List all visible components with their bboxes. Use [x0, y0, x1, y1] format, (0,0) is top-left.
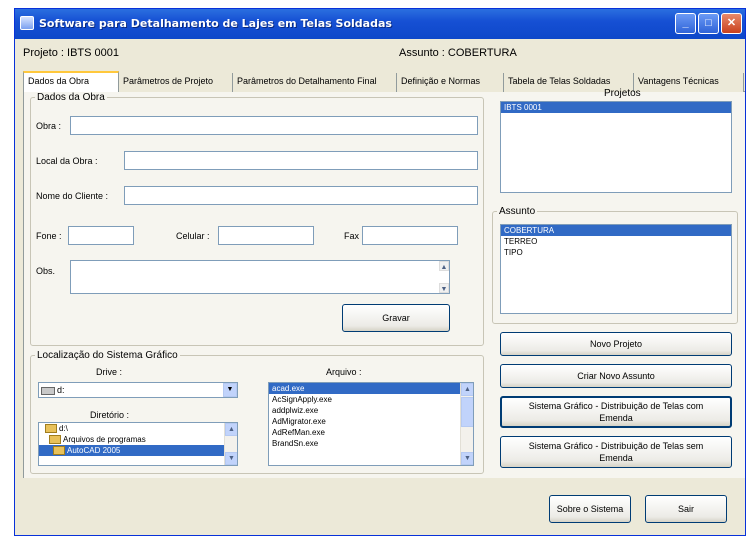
drive-icon: [41, 386, 55, 395]
tab-parametros-detalhamento[interactable]: Parâmetros do Detalhamento Final: [233, 73, 397, 92]
nome-cliente-label: Nome do Cliente :: [36, 191, 109, 201]
minimize-button[interactable]: _: [675, 13, 696, 34]
obra-input[interactable]: [70, 116, 478, 135]
sistema-com-emenda-button[interactable]: Sistema Gráfico - Distribuição de Telas …: [500, 396, 732, 428]
fax-input[interactable]: [362, 226, 458, 245]
file-item-selected[interactable]: acad.exe: [269, 383, 473, 394]
novo-projeto-button[interactable]: Novo Projeto: [500, 332, 732, 356]
fone-input[interactable]: [68, 226, 134, 245]
celular-label: Celular :: [176, 231, 210, 241]
file-item[interactable]: AdMigrator.exe: [269, 416, 473, 427]
dados-obra-legend: Dados da Obra: [37, 92, 105, 103]
main-window: Software para Detalhamento de Lajes em T…: [14, 8, 746, 536]
tab-vantagens[interactable]: Vantagens Técnicas: [634, 73, 744, 92]
criar-assunto-button[interactable]: Criar Novo Assunto: [500, 364, 732, 388]
projetos-list[interactable]: IBTS 0001: [500, 101, 732, 193]
arquivo-label: Arquivo :: [326, 367, 362, 377]
sistema-sem-emenda-button[interactable]: Sistema Gráfico - Distribuição de Telas …: [500, 436, 732, 468]
localizacao-legend: Localização do Sistema Gráfico: [37, 350, 178, 361]
projetos-title: Projetos: [604, 88, 641, 99]
nome-cliente-input[interactable]: [124, 186, 478, 205]
fax-label: Fax :: [344, 231, 365, 241]
info-bar: Projeto : IBTS 0001 Assunto : COBERTURA: [15, 40, 745, 68]
scroll-down-icon[interactable]: ▼: [461, 452, 473, 465]
drive-select[interactable]: d: ▼: [38, 382, 238, 398]
dir-item[interactable]: Arquivos de programas: [39, 434, 237, 445]
tab-definicao-normas[interactable]: Definição e Normas: [397, 73, 504, 92]
file-item[interactable]: AdRefMan.exe: [269, 427, 473, 438]
folder-icon: [49, 435, 61, 445]
projeto-item-selected[interactable]: IBTS 0001: [501, 102, 731, 113]
sair-button[interactable]: Sair: [645, 495, 727, 523]
local-obra-input[interactable]: [124, 151, 478, 170]
file-item[interactable]: BrandSn.exe: [269, 438, 473, 449]
maximize-button[interactable]: □: [698, 13, 719, 34]
tab-dados-obra[interactable]: Dados da Obra: [23, 71, 119, 93]
assunto-item[interactable]: TIPO: [501, 247, 731, 258]
folder-open-icon: [53, 446, 65, 456]
tab-panel: Dados da Obra Obra : Local da Obra : Nom…: [23, 88, 745, 478]
arquivo-list[interactable]: acad.exe AcSignApply.exe addplwiz.exe Ad…: [268, 382, 474, 466]
assunto-list[interactable]: COBERTURA TERREO TIPO: [500, 224, 732, 314]
obs-scroll-down-icon[interactable]: ▼: [439, 283, 449, 293]
title-bar: Software para Detalhamento de Lajes em T…: [15, 9, 745, 39]
chevron-down-icon[interactable]: ▼: [223, 383, 237, 397]
close-button[interactable]: ✕: [721, 13, 742, 34]
scroll-down-icon[interactable]: ▼: [225, 452, 237, 465]
assunto-item-selected[interactable]: COBERTURA: [501, 225, 731, 236]
obs-textarea[interactable]: ▲ ▼: [70, 260, 450, 294]
diretorio-label: Diretório :: [90, 410, 130, 420]
obs-scroll-up-icon[interactable]: ▲: [439, 261, 449, 271]
sobre-sistema-button[interactable]: Sobre o Sistema: [549, 495, 631, 523]
dir-item-selected[interactable]: AutoCAD 2005: [39, 445, 237, 456]
drive-value: d:: [57, 385, 65, 395]
assunto-legend: Assunto: [499, 206, 536, 217]
dir-item[interactable]: d:\: [39, 423, 237, 434]
folder-icon: [45, 424, 57, 434]
fone-label: Fone :: [36, 231, 62, 241]
drive-label: Drive :: [96, 367, 123, 377]
project-label: Projeto : IBTS 0001: [23, 47, 119, 59]
obra-label: Obra :: [36, 121, 62, 131]
file-scrollbar[interactable]: ▲ ▼: [460, 383, 473, 465]
diretorio-list[interactable]: d:\ Arquivos de programas AutoCAD 2005 ▲…: [38, 422, 238, 466]
file-item[interactable]: addplwiz.exe: [269, 405, 473, 416]
app-icon: [20, 16, 34, 30]
bottom-bar: Sobre o Sistema Sair: [15, 479, 745, 535]
local-obra-label: Local da Obra :: [36, 156, 98, 166]
obs-label: Obs.: [36, 266, 56, 276]
tab-parametros-projeto[interactable]: Parâmetros de Projeto: [119, 73, 233, 92]
celular-input[interactable]: [218, 226, 314, 245]
window-title: Software para Detalhamento de Lajes em T…: [39, 17, 392, 30]
file-item[interactable]: AcSignApply.exe: [269, 394, 473, 405]
gravar-button[interactable]: Gravar: [342, 304, 450, 332]
obs-scrollbar[interactable]: ▲ ▼: [439, 261, 449, 293]
scroll-up-icon[interactable]: ▲: [225, 423, 237, 436]
scroll-up-icon[interactable]: ▲: [461, 383, 473, 396]
assunto-item[interactable]: TERREO: [501, 236, 731, 247]
scroll-thumb[interactable]: [461, 397, 473, 427]
dir-scrollbar[interactable]: ▲ ▼: [224, 423, 237, 465]
subject-label: Assunto : COBERTURA: [399, 47, 517, 59]
